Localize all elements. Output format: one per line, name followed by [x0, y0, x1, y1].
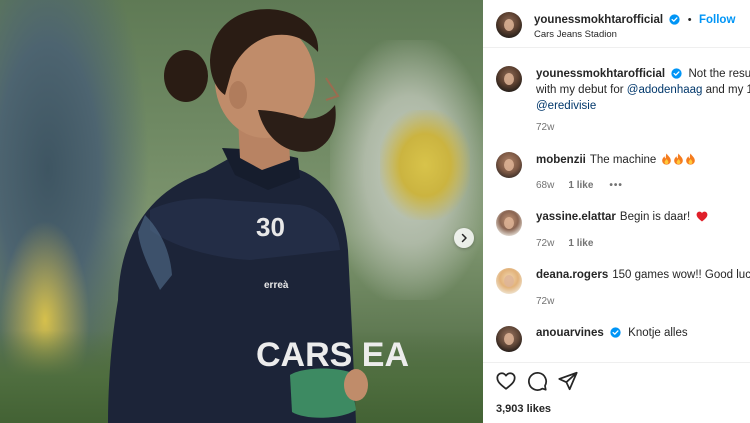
comment-options-button[interactable]: ••• [609, 180, 623, 191]
comment-avatar[interactable] [496, 326, 522, 352]
comment-item: anouarvines Knotje alles [536, 327, 688, 339]
comment-item: mobenzii The machine [536, 153, 696, 166]
comment-avatar[interactable] [496, 268, 522, 294]
comment-meta: 72w [536, 296, 554, 307]
comment-avatar[interactable] [496, 210, 522, 236]
caption-age[interactable]: 72w [536, 122, 554, 133]
caption-username[interactable]: younessmokhtarofficial [536, 68, 665, 80]
comment-age[interactable]: 72w [536, 296, 554, 307]
comment-likes[interactable]: 1 like [568, 180, 593, 191]
next-photo-button[interactable] [454, 228, 474, 248]
post-location[interactable]: Cars Jeans Stadion [534, 29, 617, 40]
comment-username[interactable]: yassine.elattar [536, 211, 616, 223]
caption-line2-suffix: and my 15 [705, 84, 750, 96]
caption-line1: Not the result we [688, 68, 750, 80]
comment-bubble-icon[interactable] [526, 370, 548, 392]
caption-line2-prefix: with my debut for [536, 84, 627, 96]
follow-button[interactable]: Follow [699, 14, 735, 26]
author-avatar[interactable] [496, 12, 522, 38]
post-caption: younessmokhtarofficial Not the result we… [536, 66, 750, 114]
mention-adodenhaag[interactable]: @adodenhaag [627, 84, 703, 96]
jersey-brand: erreà [264, 280, 289, 291]
player-illustration: 30 erreà CARS EA [108, 9, 409, 423]
verified-badge-icon [671, 68, 682, 79]
post-actions: 3,903 likes [483, 362, 750, 423]
verified-badge-icon [610, 327, 621, 338]
caption-avatar[interactable] [496, 66, 522, 92]
comment-age[interactable]: 68w [536, 180, 554, 191]
chevron-right-icon [461, 233, 467, 243]
red-heart-icon [697, 211, 708, 222]
post-sidebar: younessmokhtarofficial • Follow Cars Jea… [483, 0, 750, 423]
comment-item: yassine.elattar Begin is daar! [536, 211, 708, 223]
comment-username[interactable]: anouarvines [536, 327, 604, 339]
comment-item: deana.rogers 150 games wow!! Good luck!! [536, 269, 750, 281]
comment-text: The machine [589, 154, 657, 166]
verified-badge-icon [669, 14, 681, 25]
comment-username[interactable]: deana.rogers [536, 269, 608, 281]
comment-text: Begin is daar! [619, 211, 691, 223]
jersey-sponsor: CARS EA [256, 336, 409, 374]
paper-plane-icon[interactable] [557, 370, 579, 392]
comment-meta: 72w 1 like [536, 238, 593, 249]
mention-eredivisie[interactable]: @eredivisie [536, 100, 596, 112]
comment-text: Knotje alles [628, 327, 688, 339]
caption-meta: 72w [536, 122, 554, 133]
comment-text: 150 games wow!! Good luck!! [612, 269, 750, 281]
heart-outline-icon[interactable] [495, 370, 517, 392]
fire-icon [685, 153, 695, 165]
comment-meta: 68w 1 like ••• [536, 180, 623, 191]
post-header: younessmokhtarofficial • Follow Cars Jea… [483, 0, 750, 48]
fire-icon [673, 153, 683, 165]
jersey-number: 30 [256, 212, 285, 242]
instagram-post-view: 30 erreà CARS EA younessmokhtarofficial [0, 0, 750, 423]
fire-icon [661, 153, 671, 165]
comment-username[interactable]: mobenzii [536, 154, 586, 166]
comment-age[interactable]: 72w [536, 238, 554, 249]
like-count[interactable]: 3,903 likes [496, 403, 551, 415]
post-photo: 30 erreà CARS EA [0, 0, 483, 423]
separator-dot: • [687, 14, 692, 26]
author-username[interactable]: younessmokhtarofficial [534, 14, 663, 26]
comment-likes[interactable]: 1 like [568, 238, 593, 249]
comment-avatar[interactable] [496, 152, 522, 178]
